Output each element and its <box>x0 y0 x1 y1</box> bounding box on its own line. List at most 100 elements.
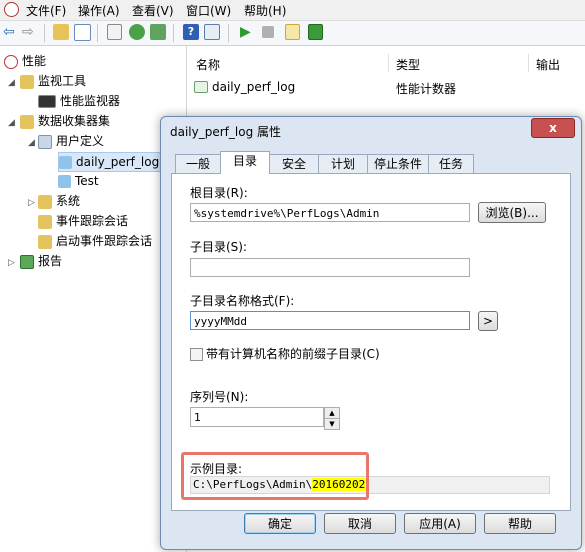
tab-task[interactable]: 任务 <box>428 154 474 174</box>
collector-set-icon <box>59 156 72 169</box>
tab-general[interactable]: 一般 <box>175 154 221 174</box>
help-icon[interactable]: ? <box>183 24 199 40</box>
row-type: 性能计数器 <box>396 82 457 96</box>
tab-schedule[interactable]: 计划 <box>318 154 368 174</box>
browse-button[interactable]: 浏览(B)... <box>478 202 546 223</box>
serial-input[interactable]: 1 <box>190 407 324 427</box>
tree-item-monitoring-tools[interactable]: 监视工具 <box>20 72 86 90</box>
tab-security[interactable]: 安全 <box>269 154 319 174</box>
menu-view[interactable]: 查看(V) <box>132 2 174 19</box>
tree-item-event-trace[interactable]: 事件跟踪会话 <box>38 212 128 230</box>
table-row[interactable]: daily_perf_log 性能计数器 <box>194 78 574 96</box>
collector-set-icon <box>58 175 71 188</box>
tree-item-label: 启动事件跟踪会话 <box>56 234 153 248</box>
menu-help[interactable]: 帮助(H) <box>244 2 286 19</box>
ok-button[interactable]: 确定 <box>244 513 316 534</box>
stop-icon[interactable] <box>262 26 274 38</box>
tree-item-performance[interactable]: 性能 <box>4 52 46 70</box>
root-dir-input[interactable]: %systemdrive%\PerfLogs\Admin <box>190 203 470 222</box>
tab-stop-condition[interactable]: 停止条件 <box>367 154 429 174</box>
subdir-input[interactable] <box>190 258 470 277</box>
toolbar: ⇦ ⇨ ? ▶ <box>0 21 585 46</box>
folder-icon <box>20 114 34 129</box>
reports-icon <box>20 254 34 269</box>
subdir-label: 子目录(S): <box>190 240 248 254</box>
menu-window[interactable]: 窗口(W) <box>186 2 231 19</box>
tree-item-startup-event-trace[interactable]: 启动事件跟踪会话 <box>38 232 152 250</box>
dialog-title: daily_perf_log 属性 <box>170 125 282 139</box>
tree-item-label: 监视工具 <box>38 74 87 88</box>
cancel-button[interactable]: 取消 <box>324 513 396 534</box>
folder-icon <box>38 194 52 209</box>
properties-icon[interactable] <box>107 24 122 40</box>
menu-file[interactable]: 文件(F) <box>26 2 66 19</box>
close-button[interactable]: x <box>531 118 575 138</box>
save-icon[interactable] <box>308 24 323 40</box>
menu-bar: 文件(F) 操作(A) 查看(V) 窗口(W) 帮助(H) <box>0 0 585 21</box>
user-defined-icon <box>38 134 52 149</box>
menu-action[interactable]: 操作(A) <box>78 2 120 19</box>
tree-item-label: 报告 <box>38 254 63 268</box>
column-header-output[interactable]: 输出 <box>536 56 560 73</box>
tree-item-label: Test <box>75 174 99 188</box>
tree-item-label: daily_perf_log <box>76 155 160 169</box>
toolbar-separator <box>97 24 98 42</box>
format-picker-button[interactable]: > <box>478 311 498 331</box>
toolbar-separator <box>44 24 45 42</box>
tree-item-label: 性能监视器 <box>60 94 121 108</box>
back-icon[interactable]: ⇦ <box>3 24 19 40</box>
subdir-format-label: 子目录名称格式(F): <box>190 294 295 308</box>
column-header-name[interactable]: 名称 <box>196 56 220 73</box>
column-header-type[interactable]: 类型 <box>396 56 420 73</box>
chart-monitor-icon <box>38 95 56 108</box>
folder-icon <box>38 234 52 249</box>
subdir-format-input[interactable]: yyyyMMdd <box>190 311 470 330</box>
up-icon[interactable] <box>53 24 69 40</box>
refresh-icon[interactable] <box>129 24 145 40</box>
tree-item-test[interactable]: Test <box>58 172 99 190</box>
show-hide-tree-icon[interactable] <box>74 24 91 41</box>
tree-item-user-defined[interactable]: 用户定义 <box>38 132 104 150</box>
tree-item-label: 数据收集器集 <box>38 114 111 128</box>
expand-arrow-icon[interactable]: ◢ <box>28 138 35 148</box>
expand-arrow-icon[interactable]: ◢ <box>8 78 15 88</box>
collapse-arrow-icon[interactable]: ▷ <box>8 258 15 268</box>
help-button[interactable]: 帮助 <box>484 513 556 534</box>
export-icon[interactable] <box>150 24 166 40</box>
tree-item-perf-monitor[interactable]: 性能监视器 <box>38 92 120 110</box>
prefix-checkbox[interactable] <box>190 348 203 361</box>
folder-icon <box>38 214 52 229</box>
expand-arrow-icon[interactable]: ◢ <box>8 118 15 128</box>
toolbar-separator <box>173 24 174 42</box>
app-icon[interactable] <box>4 2 19 20</box>
annotation-highlight-box <box>181 452 369 500</box>
performance-counter-icon <box>194 81 208 93</box>
forward-icon[interactable]: ⇨ <box>22 24 38 40</box>
tree-item-label: 用户定义 <box>56 134 105 148</box>
tree-item-data-collector-sets[interactable]: 数据收集器集 <box>20 112 110 130</box>
action-pane-icon[interactable] <box>204 24 220 40</box>
apply-button[interactable]: 应用(A) <box>404 513 476 534</box>
collapse-arrow-icon[interactable]: ▷ <box>28 198 35 208</box>
prefix-checkbox-label[interactable]: 带有计算机名称的前缀子目录(C) <box>206 345 380 362</box>
tab-strip: 一般 目录 安全 计划 停止条件 任务 <box>171 151 571 174</box>
tree-item-system[interactable]: 系统 <box>38 192 80 210</box>
serial-label: 序列号(N): <box>190 390 249 404</box>
root-dir-label: 根目录(R): <box>190 186 248 200</box>
tab-directory[interactable]: 目录 <box>220 151 270 174</box>
start-icon[interactable]: ▶ <box>240 24 256 40</box>
tree-item-daily-perf-log[interactable]: daily_perf_log <box>58 152 163 172</box>
column-separator <box>528 54 529 72</box>
column-separator <box>388 54 389 72</box>
tree-item-label: 事件跟踪会话 <box>56 214 129 228</box>
row-name: daily_perf_log <box>212 80 296 94</box>
tree-item-reports[interactable]: 报告 <box>20 252 62 270</box>
navigation-tree: 性能 ◢ 监视工具 性能监视器 ◢ 数据收集器集 ◢ 用户定义 daily_pe… <box>0 46 187 552</box>
tree-item-label: 系统 <box>56 194 81 208</box>
performance-icon <box>4 54 18 69</box>
tree-item-label: 性能 <box>22 54 47 68</box>
toolbar-separator <box>228 24 229 42</box>
folder-icon <box>20 74 34 89</box>
spin-down-icon[interactable]: ▼ <box>324 418 340 430</box>
new-icon[interactable] <box>285 24 300 40</box>
